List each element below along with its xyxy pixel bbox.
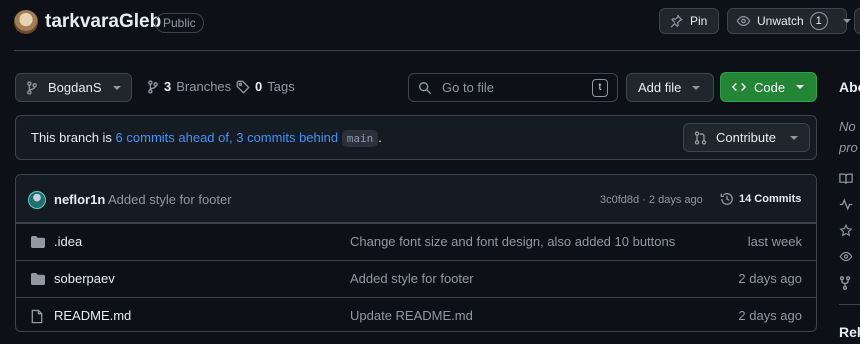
chevron-down-icon: [789, 133, 799, 143]
folder-icon: [30, 235, 46, 249]
pin-label: Pin: [690, 14, 708, 28]
commits-history-link[interactable]: 14 Commits: [720, 192, 801, 206]
branch-comparison-prefix: This branch is: [31, 130, 116, 145]
keyboard-shortcut-hint: t: [592, 78, 608, 97]
commit-message[interactable]: Added style for footer: [108, 192, 232, 207]
code-icon: [732, 81, 746, 93]
header-divider: [14, 50, 860, 51]
branch-name: BogdanS: [48, 80, 102, 95]
tags-link[interactable]: 0 Tags: [236, 79, 295, 94]
chevron-down-icon: [795, 82, 805, 92]
sidebar-divider: [839, 304, 860, 305]
file-commit-message[interactable]: Update README.md: [350, 308, 473, 323]
code-label: Code: [754, 79, 786, 95]
commits-ahead-link[interactable]: 6 commits ahead of,: [116, 130, 233, 145]
commit-author[interactable]: neflor1n: [54, 192, 105, 207]
watch-button[interactable]: Unwatch 1: [727, 8, 851, 34]
branch-selector-button[interactable]: BogdanS: [15, 73, 132, 102]
history-icon: [720, 192, 734, 206]
branches-link[interactable]: 3 Branches: [147, 79, 231, 94]
table-row[interactable]: README.md Update README.md 2 days ago: [16, 297, 816, 331]
search-icon: [418, 81, 432, 95]
file-commit-message[interactable]: Change font size and font design, also a…: [350, 234, 675, 249]
tag-icon: [236, 80, 250, 94]
commits-behind-link[interactable]: 3 commits behind: [236, 130, 338, 145]
avatar[interactable]: [28, 191, 46, 209]
branch-comparison-suffix: .: [378, 130, 382, 145]
folder-icon: [30, 272, 46, 286]
file-icon: [30, 309, 44, 324]
contribute-label: Contribute: [716, 130, 776, 145]
fork-icon[interactable]: [839, 276, 851, 290]
watch-label: Unwatch: [757, 14, 804, 28]
eye-icon[interactable]: [839, 250, 853, 263]
chevron-down-icon[interactable]: [842, 16, 852, 26]
code-button[interactable]: Code: [720, 72, 817, 102]
about-heading: Abo: [839, 79, 860, 95]
visibility-badge: Public: [155, 13, 204, 33]
about-description: No pro: [839, 119, 858, 155]
latest-commit-bar: neflor1n Added style for footer 3c0fd8d …: [16, 175, 816, 223]
repo-owner-avatar[interactable]: [14, 10, 38, 34]
contribute-button[interactable]: Contribute: [683, 123, 810, 152]
pin-button[interactable]: Pin: [659, 8, 719, 34]
file-name[interactable]: .idea: [54, 234, 82, 249]
file-commit-time: 2 days ago: [738, 308, 802, 323]
branch-comparison-text: This branch is 6 commits ahead of, 3 com…: [31, 130, 382, 147]
file-commit-time: last week: [747, 234, 802, 249]
file-table: neflor1n Added style for footer 3c0fd8d …: [15, 174, 817, 332]
table-row[interactable]: .idea Change font size and font design, …: [16, 223, 816, 260]
add-file-label: Add file: [638, 80, 682, 95]
file-commit-time: 2 days ago: [738, 271, 802, 286]
branch-icon: [147, 79, 159, 94]
add-file-button[interactable]: Add file: [626, 73, 714, 102]
base-branch-chip[interactable]: main: [341, 130, 379, 147]
star-button-edge[interactable]: [854, 8, 860, 34]
branches-count: 3: [164, 79, 172, 94]
go-to-file-placeholder: Go to file: [442, 80, 495, 95]
file-commit-message[interactable]: Added style for footer: [350, 271, 474, 286]
book-icon[interactable]: [839, 172, 853, 185]
table-row[interactable]: soberpaev Added style for footer 2 days …: [16, 260, 816, 297]
pulse-icon[interactable]: [839, 198, 853, 211]
commits-count-label: 14 Commits: [739, 193, 802, 205]
chevron-down-icon: [112, 83, 122, 93]
eye-icon: [736, 14, 751, 28]
watch-count: 1: [809, 12, 828, 30]
star-icon[interactable]: [839, 224, 853, 237]
file-name[interactable]: soberpaev: [54, 271, 115, 286]
branch-comparison-banner: This branch is 6 commits ahead of, 3 com…: [15, 115, 817, 160]
go-to-file-input[interactable]: Go to file t: [408, 73, 618, 102]
commit-meta[interactable]: 3c0fd8d · 2 days ago: [600, 194, 703, 206]
branches-label: Branches: [176, 79, 232, 94]
tags-count: 0: [255, 79, 263, 94]
chevron-down-icon: [691, 83, 701, 93]
repo-name[interactable]: tarkvaraGleb: [45, 10, 161, 34]
releases-heading[interactable]: Rele: [839, 324, 860, 340]
tags-label: Tags: [267, 79, 295, 94]
pin-icon: [669, 14, 683, 28]
branch-icon: [26, 80, 38, 95]
file-name[interactable]: README.md: [54, 308, 131, 323]
pull-request-icon: [694, 130, 707, 145]
